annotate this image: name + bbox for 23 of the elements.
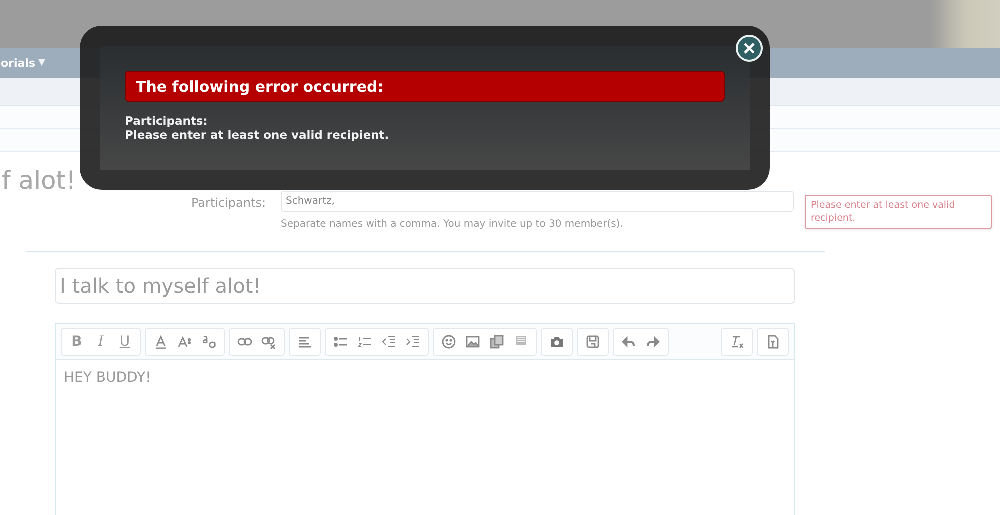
smiley-icon [441,334,457,350]
nav-tab[interactable]: orials ▼ [1,56,46,70]
remove-format-icon [729,334,745,350]
image-icon [465,334,481,350]
participants-hint: Separate names with a comma. You may invite up to 30 member(s). [281,219,624,230]
save-icon [585,334,601,350]
bold-button[interactable]: B [65,330,89,354]
editor-body[interactable]: HEY BUDDY! [56,360,794,396]
participants-label: Participants: [190,195,266,210]
title-field[interactable]: I talk to myself alot! [55,268,795,304]
underline-button[interactable]: U [113,330,137,354]
outdent-icon [381,334,397,350]
participants-field[interactable]: Schwartz, [281,191,794,212]
font-color-icon [153,334,169,350]
error-message: Please enter at least one valid recipient. [125,128,390,142]
page-title: f alot! [2,166,78,197]
error-field: Participants: [125,114,725,128]
indent-icon [405,334,421,350]
error-heading: The following error occurred: [125,71,725,102]
close-icon [743,42,756,55]
error-tooltip: Please enter at least one valid recipient. [805,195,992,229]
close-button[interactable] [736,35,763,62]
italic-button[interactable]: I [89,330,113,354]
